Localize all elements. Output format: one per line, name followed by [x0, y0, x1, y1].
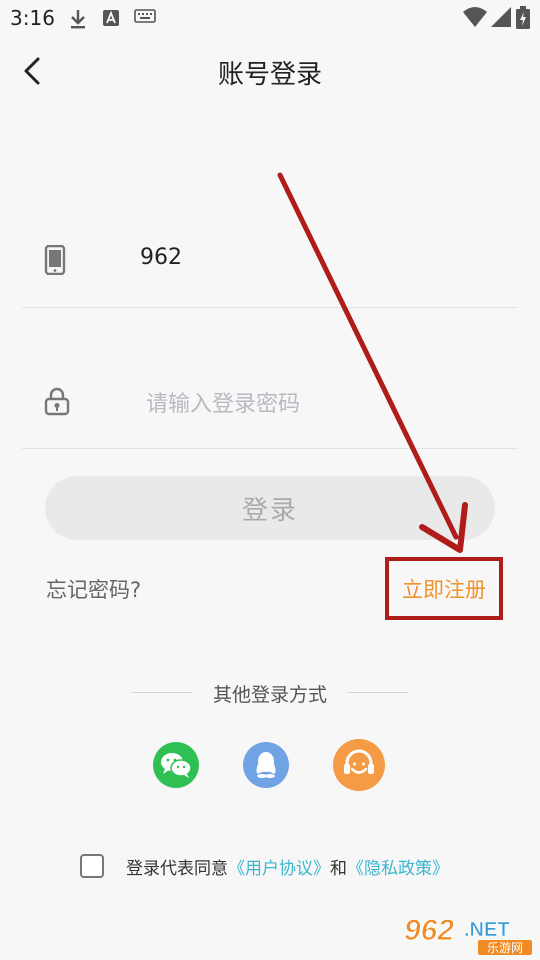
battery-charging-icon	[516, 6, 530, 29]
wifi-icon	[463, 7, 487, 27]
lock-icon	[44, 387, 70, 416]
qq-icon	[256, 752, 276, 778]
font-app-icon	[103, 10, 119, 26]
annotation-arrow	[277, 172, 468, 553]
status-time: 3:16	[10, 6, 55, 30]
register-link[interactable]: 立即注册	[402, 574, 486, 604]
signal-icon	[491, 7, 511, 27]
agreement-checkbox[interactable]	[80, 854, 104, 878]
download-icon	[71, 10, 85, 29]
register-highlight-box: 立即注册	[385, 557, 503, 620]
qq-login-button[interactable]	[243, 742, 289, 788]
other-login-label: 其他登录方式	[212, 684, 327, 706]
phone-icon	[44, 245, 66, 275]
customer-service-login-button[interactable]	[333, 739, 385, 791]
wechat-icon	[161, 753, 192, 778]
agreement-text: 登录代表同意《用户协议》和《隐私政策》	[126, 854, 449, 879]
page-title: 账号登录	[217, 60, 322, 90]
svg-text:乐游网: 乐游网	[487, 941, 523, 955]
privacy-policy-link[interactable]: 《隐私政策》	[347, 859, 449, 879]
user-agreement-link[interactable]: 《用户协议》	[228, 859, 330, 879]
customer-service-icon	[344, 749, 374, 774]
watermark-logo: 962 .NET 乐游网	[404, 914, 532, 955]
svg-text:962: 962	[404, 914, 454, 947]
agreement-and: 和	[330, 859, 347, 879]
keyboard-icon	[134, 9, 156, 23]
svg-text:.NET: .NET	[464, 919, 510, 941]
agreement-prefix: 登录代表同意	[126, 859, 228, 879]
phone-input[interactable]: 962	[140, 245, 182, 270]
forgot-password-link[interactable]: 忘记密码?	[46, 574, 141, 604]
wechat-login-button[interactable]	[153, 742, 199, 788]
divider-right	[348, 692, 408, 693]
